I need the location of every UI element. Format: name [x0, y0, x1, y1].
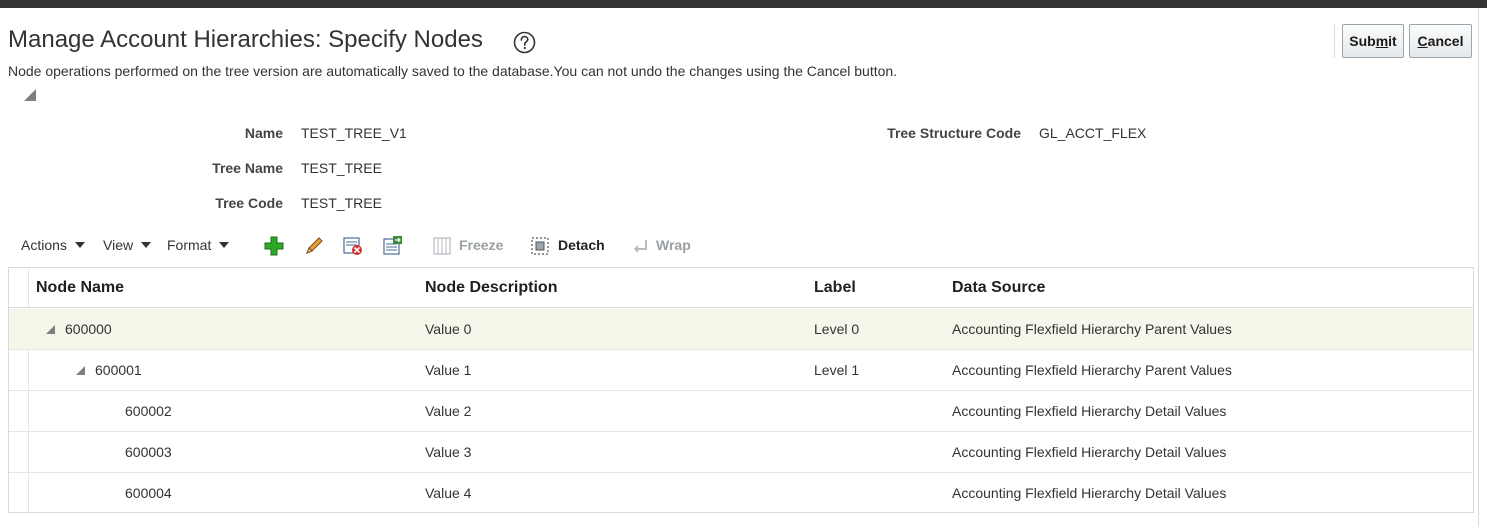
view-menu[interactable]: View	[103, 237, 152, 253]
node-description: Value 0	[425, 321, 472, 337]
column-header-node-name[interactable]: Node Name	[36, 279, 124, 297]
table-row[interactable]: 600000 Value 0 Level 0 Accounting Flexfi…	[9, 309, 1473, 350]
wrap-button: Wrap	[656, 237, 691, 253]
node-name: 600003	[125, 444, 172, 460]
freeze-icon	[433, 237, 451, 255]
tree-code-label: Tree Code	[215, 195, 283, 211]
page-title: Manage Account Hierarchies: Specify Node…	[8, 26, 483, 53]
add-icon[interactable]	[263, 235, 285, 257]
tree-code-value: TEST_TREE	[301, 195, 382, 211]
button-divider	[1334, 24, 1335, 58]
scrollbar-track[interactable]	[1478, 8, 1487, 527]
table-row[interactable]: 600001 Value 1 Level 1 Accounting Flexfi…	[9, 350, 1473, 391]
node-name: 600000	[65, 321, 112, 337]
tree-structure-code-label: Tree Structure Code	[887, 125, 1021, 141]
export-icon[interactable]	[382, 235, 404, 257]
node-description: Value 4	[425, 485, 472, 501]
table-row[interactable]: 600003 Value 3 Accounting Flexfield Hier…	[9, 432, 1473, 473]
table-row[interactable]: 600004 Value 4 Accounting Flexfield Hier…	[9, 473, 1473, 514]
column-header-data-source[interactable]: Data Source	[952, 279, 1045, 297]
column-header-node-description[interactable]: Node Description	[425, 279, 557, 297]
node-description: Value 2	[425, 403, 472, 419]
table-row[interactable]: 600002 Value 2 Accounting Flexfield Hier…	[9, 391, 1473, 432]
detach-button[interactable]: Detach	[558, 237, 605, 253]
data-source: Accounting Flexfield Hierarchy Detail Va…	[952, 485, 1227, 501]
data-source: Accounting Flexfield Hierarchy Parent Va…	[952, 321, 1232, 337]
top-bar	[0, 0, 1487, 8]
node-name: 600004	[125, 485, 172, 501]
table-header: Node Name Node Description Label Data So…	[9, 268, 1473, 308]
node-name: 600001	[95, 362, 142, 378]
data-source: Accounting Flexfield Hierarchy Detail Va…	[952, 444, 1227, 460]
data-source: Accounting Flexfield Hierarchy Detail Va…	[952, 403, 1227, 419]
tree-name-label: Tree Name	[212, 160, 283, 176]
node-description: Value 3	[425, 444, 472, 460]
collapse-section-icon[interactable]	[23, 88, 37, 102]
detach-icon[interactable]	[530, 236, 550, 256]
tree-expanded-icon[interactable]	[76, 366, 85, 375]
freeze-button: Freeze	[459, 237, 504, 253]
cancel-button[interactable]: Cancel	[1409, 24, 1472, 58]
tree-name-value: TEST_TREE	[301, 160, 382, 176]
node-name: 600002	[125, 403, 172, 419]
wrap-icon	[634, 240, 647, 253]
edit-icon[interactable]	[303, 235, 325, 257]
node-label: Level 0	[814, 321, 860, 337]
data-source: Accounting Flexfield Hierarchy Parent Va…	[952, 362, 1232, 378]
delete-icon[interactable]	[342, 235, 364, 257]
node-label: Level 1	[814, 362, 860, 378]
format-menu[interactable]: Format	[167, 237, 230, 253]
chevron-down-icon	[74, 242, 85, 248]
tree-table: Node Name Node Description Label Data So…	[8, 267, 1474, 513]
chevron-down-icon	[219, 242, 230, 248]
name-label: Name	[244, 125, 283, 141]
actions-menu[interactable]: Actions	[21, 237, 85, 253]
submit-button[interactable]: Submit	[1342, 24, 1404, 58]
help-icon[interactable]	[513, 31, 536, 54]
tree-expanded-icon[interactable]	[46, 325, 55, 334]
node-description: Value 1	[425, 362, 472, 378]
chevron-down-icon	[141, 242, 152, 248]
name-value: TEST_TREE_V1	[301, 125, 407, 141]
column-header-label[interactable]: Label	[814, 279, 856, 297]
tree-structure-code-value: GL_ACCT_FLEX	[1039, 125, 1147, 141]
info-message: Node operations performed on the tree ve…	[8, 63, 898, 79]
